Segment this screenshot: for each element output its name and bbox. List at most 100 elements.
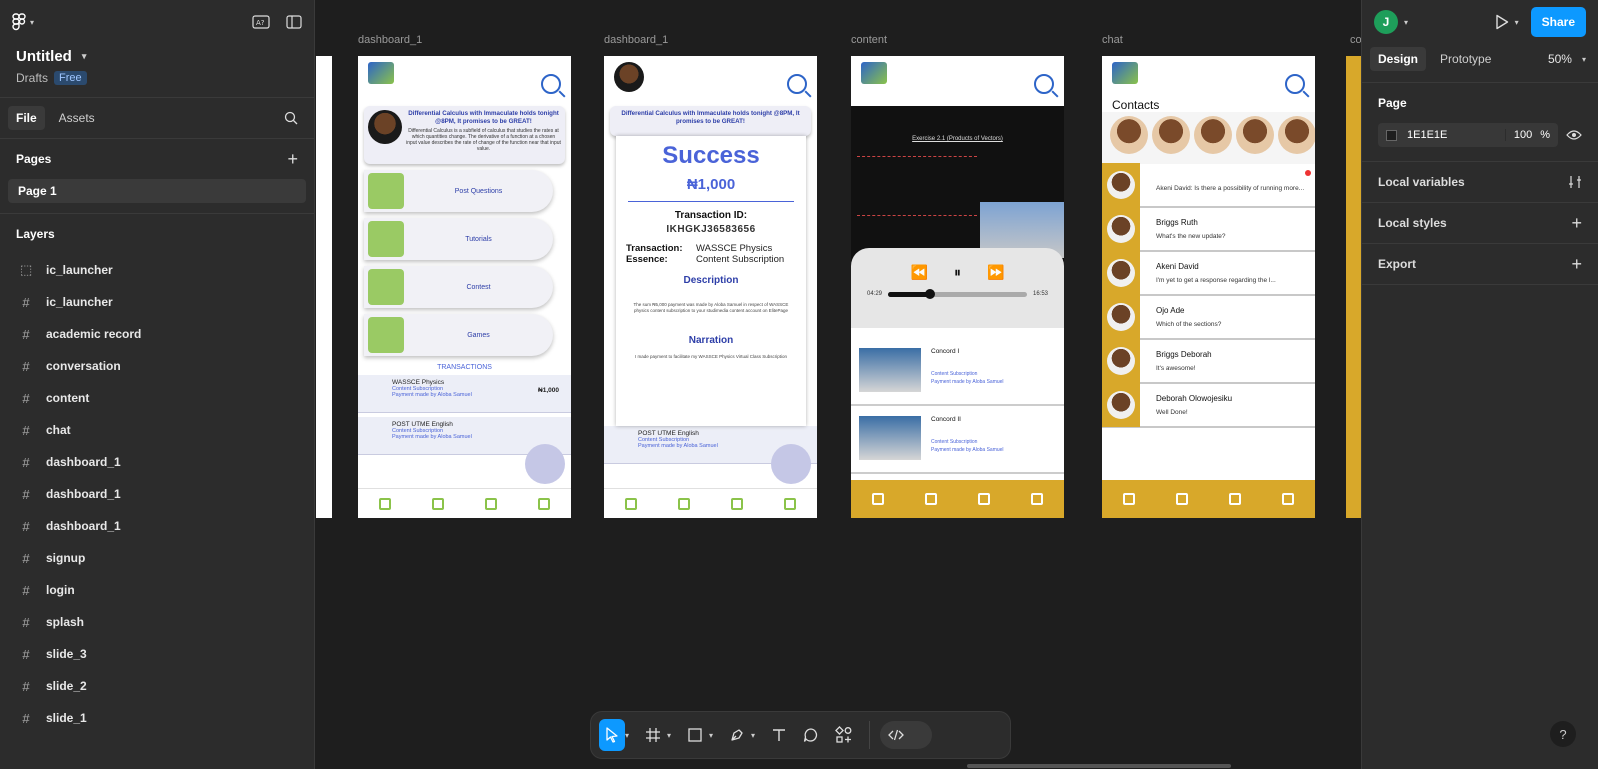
chevron-down-icon[interactable]: ▾ [709,731,713,740]
toggle-sidebar-icon[interactable] [286,15,302,29]
frame-label[interactable]: dashboard_1 [604,34,668,46]
layer-item[interactable]: # ic_launcher [0,286,314,318]
ai-text-icon[interactable]: A? [252,15,270,29]
canvas[interactable]: dashboard_1 dashboard_1 content chat co … [316,0,1361,769]
local-variables-row[interactable]: Local variables [1362,161,1598,202]
layer-item[interactable]: # splash [0,606,314,638]
color-swatch[interactable] [1386,129,1397,141]
frame-label[interactable]: chat [1102,34,1123,46]
games-icon [368,317,404,353]
menu-label: Tutorials [465,235,492,243]
layer-item[interactable]: # dashboard_1 [0,478,314,510]
search-icon[interactable] [284,111,298,125]
frame-label[interactable]: co [1350,34,1361,46]
layer-item[interactable]: # conversation [0,350,314,382]
layer-item[interactable]: # login [0,574,314,606]
layer-item[interactable]: # dashboard_1 [0,446,314,478]
layer-item[interactable]: # slide_1 [0,702,314,734]
success-title: Success [662,142,760,169]
frame-tool-button[interactable] [639,719,667,751]
chevron-down-icon[interactable]: ▾ [1404,18,1408,27]
transaction-essence: Transaction: Essence: WASSCE Physics Con… [616,235,806,265]
main-menu-button[interactable]: ▾ [12,13,34,31]
chevron-down-icon[interactable]: ▾ [625,731,629,740]
move-tool-button[interactable] [599,719,625,751]
layer-item[interactable]: # chat [0,414,314,446]
frame-icon: # [22,358,30,374]
frame-header [358,56,571,104]
video-thumbnail [859,348,921,392]
frame-label[interactable]: content [851,34,887,46]
narration-text: I made payment to facilitate my WASSCE P… [634,353,788,359]
layer-item[interactable]: # slide_2 [0,670,314,702]
page-opacity[interactable]: 100 [1514,129,1532,141]
tab-file[interactable]: File [8,106,45,130]
frame-header [851,56,1064,104]
tab-prototype[interactable]: Prototype [1432,47,1499,71]
tab-design[interactable]: Design [1370,47,1427,71]
components-icon [835,726,852,743]
chevron-down-icon[interactable]: ▾ [751,731,755,740]
present-play-icon[interactable] [1495,14,1509,30]
frame-partial-left[interactable] [316,56,332,518]
share-button[interactable]: Share [1530,7,1586,37]
tab-assets[interactable]: Assets [51,106,103,130]
layer-item[interactable]: # dashboard_1 [0,510,314,542]
frame-icon: # [22,486,30,502]
eye-icon[interactable] [1566,129,1582,141]
drafts-label[interactable]: Drafts [16,71,48,85]
file-location: Drafts Free [0,65,314,97]
frame-label[interactable]: dashboard_1 [358,34,422,46]
layer-name: ic_launcher [46,263,113,277]
layer-name: academic record [46,327,142,341]
avatar[interactable]: J [1374,10,1398,34]
dev-mode-toggle[interactable] [880,721,933,749]
layer-item[interactable]: # signup [0,542,314,574]
file-name[interactable]: Untitled ▾ [0,44,314,65]
shape-tool-button[interactable] [681,719,709,751]
add-style-icon[interactable]: + [1571,213,1582,234]
text-icon [773,729,786,741]
pages-header: Pages + [0,139,314,179]
avatar [1102,207,1140,251]
chevron-down-icon[interactable]: ▾ [667,731,671,740]
variables-icon[interactable] [1568,175,1582,189]
text-tool-button[interactable] [765,719,793,751]
comment-icon [803,728,818,742]
frame-dashboard-success[interactable]: Differential Calculus with Immaculate ho… [604,56,817,518]
layer-item[interactable]: # content [0,382,314,414]
frame-chat[interactable]: Contacts Akeni David: Is there a possibi… [1102,56,1315,518]
progress-knob [924,288,935,299]
page-item-page-1[interactable]: Page 1 [8,179,306,203]
right-tabs: Design Prototype 50% ▾ [1362,44,1598,74]
local-styles-row[interactable]: Local styles + [1362,202,1598,243]
layer-item[interactable]: # slide_3 [0,638,314,670]
help-button[interactable]: ? [1550,721,1576,747]
page-color-hex[interactable]: 1E1E1E [1407,129,1447,141]
success-modal: Success ₦1,000 Transaction ID: IKHGKJ365… [616,136,806,426]
zoom-control[interactable]: 50% ▾ [1548,52,1590,66]
time-total: 16:53 [1032,291,1048,297]
layer-name: slide_1 [46,711,87,725]
comment-tool-button[interactable] [797,719,825,751]
frame-partial-right[interactable] [1346,56,1361,518]
layer-name: chat [46,423,71,437]
frame-icon: # [22,710,30,726]
chevron-down-icon[interactable]: ▾ [1515,18,1519,27]
layer-item[interactable]: ⬚ ic_launcher [0,254,314,286]
layer-name: dashboard_1 [46,487,121,501]
avatar [1152,116,1190,154]
essence-value: WASSCE Physics Content Subscription [696,243,785,265]
export-row[interactable]: Export + [1362,243,1598,284]
pen-tool-button[interactable] [723,719,751,751]
layer-list: ⬚ ic_launcher # ic_launcher # academic record… [0,254,314,734]
frame-dashboard[interactable]: Differential Calculus with Immaculate ho… [358,56,571,518]
actions-tool-button[interactable] [829,719,859,751]
horizontal-scrollbar[interactable] [967,764,1231,768]
layer-item[interactable]: # academic record [0,318,314,350]
add-page-icon[interactable]: + [287,149,298,170]
page-color-field[interactable]: 1E1E1E 100% [1378,123,1558,147]
add-export-icon[interactable]: + [1571,254,1582,275]
layer-name: dashboard_1 [46,519,121,533]
frame-content[interactable]: Exercise 2.1 (Products of Vectors) ⏪ ⏸ ⏩… [851,56,1064,518]
